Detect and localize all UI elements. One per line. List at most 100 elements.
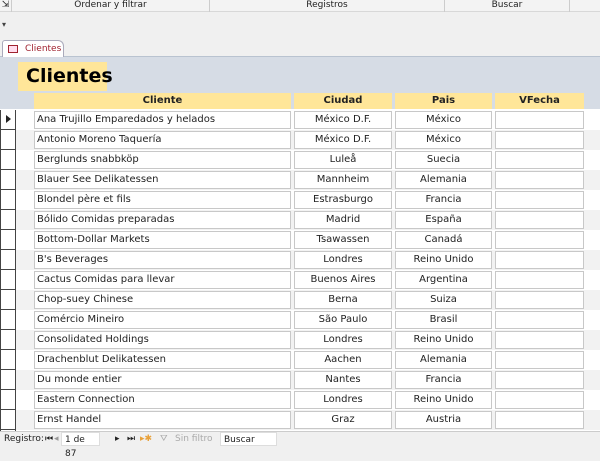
record-selector[interactable]	[0, 290, 16, 310]
cell-ciudad[interactable]: Nantes	[294, 371, 392, 389]
cell-cliente[interactable]: Blauer See Delikatessen	[34, 171, 291, 189]
record-selector[interactable]	[0, 210, 16, 230]
cell-ciudad[interactable]: Graz	[294, 411, 392, 429]
cell-vfecha[interactable]	[495, 231, 584, 249]
record-selector[interactable]	[0, 370, 16, 390]
new-record-button[interactable]: ▸✱	[140, 432, 152, 446]
record-selector[interactable]	[0, 190, 16, 210]
cell-pais[interactable]: Francia	[395, 191, 492, 209]
cell-pais[interactable]: Francia	[395, 371, 492, 389]
cell-pais[interactable]: Brasil	[395, 311, 492, 329]
filter-icon: ⛛	[160, 434, 168, 444]
cell-vfecha[interactable]	[495, 351, 584, 369]
cell-ciudad[interactable]: Buenos Aires	[294, 271, 392, 289]
cell-ciudad[interactable]: Londres	[294, 251, 392, 269]
cell-ciudad[interactable]: Luleå	[294, 151, 392, 169]
record-selector[interactable]	[0, 410, 16, 430]
cell-pais[interactable]: Suiza	[395, 291, 492, 309]
cell-cliente[interactable]: Berglunds snabbköp	[34, 151, 291, 169]
cell-cliente[interactable]: Drachenblut Delikatessen	[34, 351, 291, 369]
cell-ciudad[interactable]: México D.F.	[294, 111, 392, 129]
record-selector[interactable]	[0, 350, 16, 370]
cell-cliente[interactable]: Cactus Comidas para llevar	[34, 271, 291, 289]
no-filter-button[interactable]: Sin filtro	[175, 432, 213, 446]
cell-vfecha[interactable]	[495, 191, 584, 209]
cell-ciudad[interactable]: México D.F.	[294, 131, 392, 149]
table-row: Ernst Handel Graz Austria	[0, 410, 600, 430]
cell-pais[interactable]: Reino Unido	[395, 331, 492, 349]
cell-pais[interactable]: México	[395, 131, 492, 149]
table-row: Bólido Comidas preparadas Madrid España	[0, 210, 600, 230]
dialog-launcher-icon[interactable]: ⇲	[0, 0, 12, 12]
record-selector[interactable]	[0, 230, 16, 250]
cell-ciudad[interactable]: São Paulo	[294, 311, 392, 329]
cell-vfecha[interactable]	[495, 371, 584, 389]
cell-pais[interactable]: España	[395, 211, 492, 229]
cell-vfecha[interactable]	[495, 411, 584, 429]
cell-ciudad[interactable]: Madrid	[294, 211, 392, 229]
cell-pais[interactable]: Argentina	[395, 271, 492, 289]
cell-cliente[interactable]: Ernst Handel	[34, 411, 291, 429]
previous-record-button[interactable]: ◂	[54, 432, 59, 446]
cell-ciudad[interactable]: Londres	[294, 331, 392, 349]
cell-ciudad[interactable]: Londres	[294, 391, 392, 409]
cell-cliente[interactable]: Consolidated Holdings	[34, 331, 291, 349]
cell-vfecha[interactable]	[495, 111, 584, 129]
record-selector[interactable]	[0, 130, 16, 150]
cell-ciudad[interactable]: Aachen	[294, 351, 392, 369]
cell-vfecha[interactable]	[495, 211, 584, 229]
cell-vfecha[interactable]	[495, 251, 584, 269]
cell-pais[interactable]: Alemania	[395, 171, 492, 189]
cell-vfecha[interactable]	[495, 171, 584, 189]
cell-vfecha[interactable]	[495, 291, 584, 309]
cell-pais[interactable]: Reino Unido	[395, 251, 492, 269]
cell-vfecha[interactable]	[495, 271, 584, 289]
cell-cliente[interactable]: Comércio Mineiro	[34, 311, 291, 329]
cell-cliente[interactable]: Antonio Moreno Taquería	[34, 131, 291, 149]
cell-pais[interactable]: Austria	[395, 411, 492, 429]
cell-cliente[interactable]: Bólido Comidas preparadas	[34, 211, 291, 229]
cell-ciudad[interactable]: Tsawassen	[294, 231, 392, 249]
cell-cliente[interactable]: Chop-suey Chinese	[34, 291, 291, 309]
cell-pais[interactable]: Reino Unido	[395, 391, 492, 409]
cell-vfecha[interactable]	[495, 331, 584, 349]
cell-cliente[interactable]: Blondel père et fils	[34, 191, 291, 209]
record-selector[interactable]	[0, 390, 16, 410]
cell-cliente[interactable]: B's Beverages	[34, 251, 291, 269]
record-selector[interactable]	[0, 250, 16, 270]
form-header: Clientes Cliente Ciudad Pais VFecha	[0, 57, 600, 109]
table-row: Comércio Mineiro São Paulo Brasil	[0, 310, 600, 330]
record-selector[interactable]	[0, 330, 16, 350]
cell-pais[interactable]: México	[395, 111, 492, 129]
cell-ciudad[interactable]: Mannheim	[294, 171, 392, 189]
cell-cliente[interactable]: Eastern Connection	[34, 391, 291, 409]
group-sort-filter: Ordenar y filtrar	[12, 0, 210, 12]
cell-cliente[interactable]: Bottom-Dollar Markets	[34, 231, 291, 249]
cell-pais[interactable]: Canadá	[395, 231, 492, 249]
cell-vfecha[interactable]	[495, 131, 584, 149]
record-selector[interactable]	[0, 170, 16, 190]
cell-cliente[interactable]: Du monde entier	[34, 371, 291, 389]
next-record-button[interactable]: ▸	[115, 432, 120, 446]
search-input[interactable]: Buscar	[220, 432, 277, 446]
record-selector[interactable]	[0, 150, 16, 170]
cell-pais[interactable]: Alemania	[395, 351, 492, 369]
table-row: Antonio Moreno Taquería México D.F. México	[0, 130, 600, 150]
table-row: Berglunds snabbköp Luleå Suecia	[0, 150, 600, 170]
cell-ciudad[interactable]: Berna	[294, 291, 392, 309]
cell-vfecha[interactable]	[495, 311, 584, 329]
cell-ciudad[interactable]: Estrasburgo	[294, 191, 392, 209]
tab-clientes[interactable]: Clientes	[2, 40, 64, 57]
cell-pais[interactable]: Suecia	[395, 151, 492, 169]
first-record-button[interactable]: ⏮	[45, 432, 53, 446]
record-selector[interactable]	[0, 270, 16, 290]
table-row: Chop-suey Chinese Berna Suiza	[0, 290, 600, 310]
record-selector[interactable]	[0, 310, 16, 330]
cell-vfecha[interactable]	[495, 391, 584, 409]
cell-cliente[interactable]: Ana Trujillo Emparedados y helados	[34, 111, 291, 129]
cell-vfecha[interactable]	[495, 151, 584, 169]
last-record-button[interactable]: ⏭	[127, 432, 135, 446]
quick-access-dropdown-icon[interactable]: ▾	[2, 20, 6, 29]
current-record-field[interactable]: 1 de 87	[61, 432, 100, 459]
record-selector[interactable]	[0, 110, 16, 130]
